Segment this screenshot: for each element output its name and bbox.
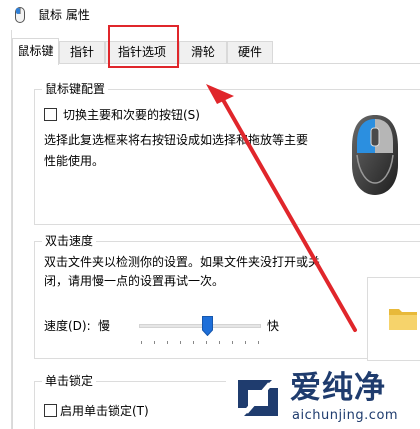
tab-buttons[interactable]: 鼠标键 — [12, 38, 59, 65]
watermark-brand: 爱纯净 — [290, 370, 386, 406]
watermark-logo-icon — [238, 380, 278, 416]
speed-slow-label: 慢 — [98, 319, 111, 333]
left-window-edge — [0, 30, 12, 429]
double-click-description-line2: 闭，请用慢一点的设置再试一次。 — [44, 274, 225, 288]
speed-label: 速度(D): — [44, 319, 91, 333]
tab-pointers[interactable]: 指针 — [59, 41, 105, 64]
title-bar: 鼠标 属性 — [0, 0, 420, 30]
speed-slider-ticks — [141, 341, 259, 344]
tab-strip: 鼠标键 指针 指针选项 滑轮 硬件 — [12, 38, 420, 65]
swap-buttons-label: 切换主要和次要的按钮(S) — [63, 108, 200, 122]
tab-wheel[interactable]: 滑轮 — [179, 41, 227, 64]
double-click-title: 双击速度 — [42, 233, 97, 249]
folder-icon[interactable] — [388, 304, 418, 332]
mouse-icon — [15, 7, 25, 23]
swap-description-line1: 选择此复选框来将右按钮设成如选择和拖放等主要 — [44, 133, 309, 147]
swap-buttons-checkbox[interactable] — [44, 108, 57, 121]
speed-slider-thumb[interactable] — [202, 316, 213, 336]
click-lock-title: 单击锁定 — [42, 373, 97, 389]
watermark-url: aichunjing.com — [292, 408, 399, 423]
watermark: 爱纯净 aichunjing.com — [226, 368, 420, 429]
test-folder-area[interactable] — [367, 277, 420, 361]
double-click-description-line1: 双击文件夹以检测你的设置。如果文件夹没打开或关 — [44, 255, 321, 269]
speed-fast-label: 快 — [267, 319, 280, 333]
speed-slider-track[interactable] — [139, 324, 261, 328]
mouse-illustration-icon — [352, 115, 398, 195]
swap-description-line2: 性能使用。 — [44, 154, 105, 168]
click-lock-label: 启用单击锁定(T) — [60, 404, 149, 418]
button-config-title: 鼠标键配置 — [42, 81, 109, 97]
tab-hardware[interactable]: 硬件 — [227, 41, 273, 64]
window-title: 鼠标 属性 — [38, 8, 90, 22]
click-lock-checkbox[interactable] — [44, 404, 57, 417]
tab-highlight-box — [108, 25, 179, 68]
